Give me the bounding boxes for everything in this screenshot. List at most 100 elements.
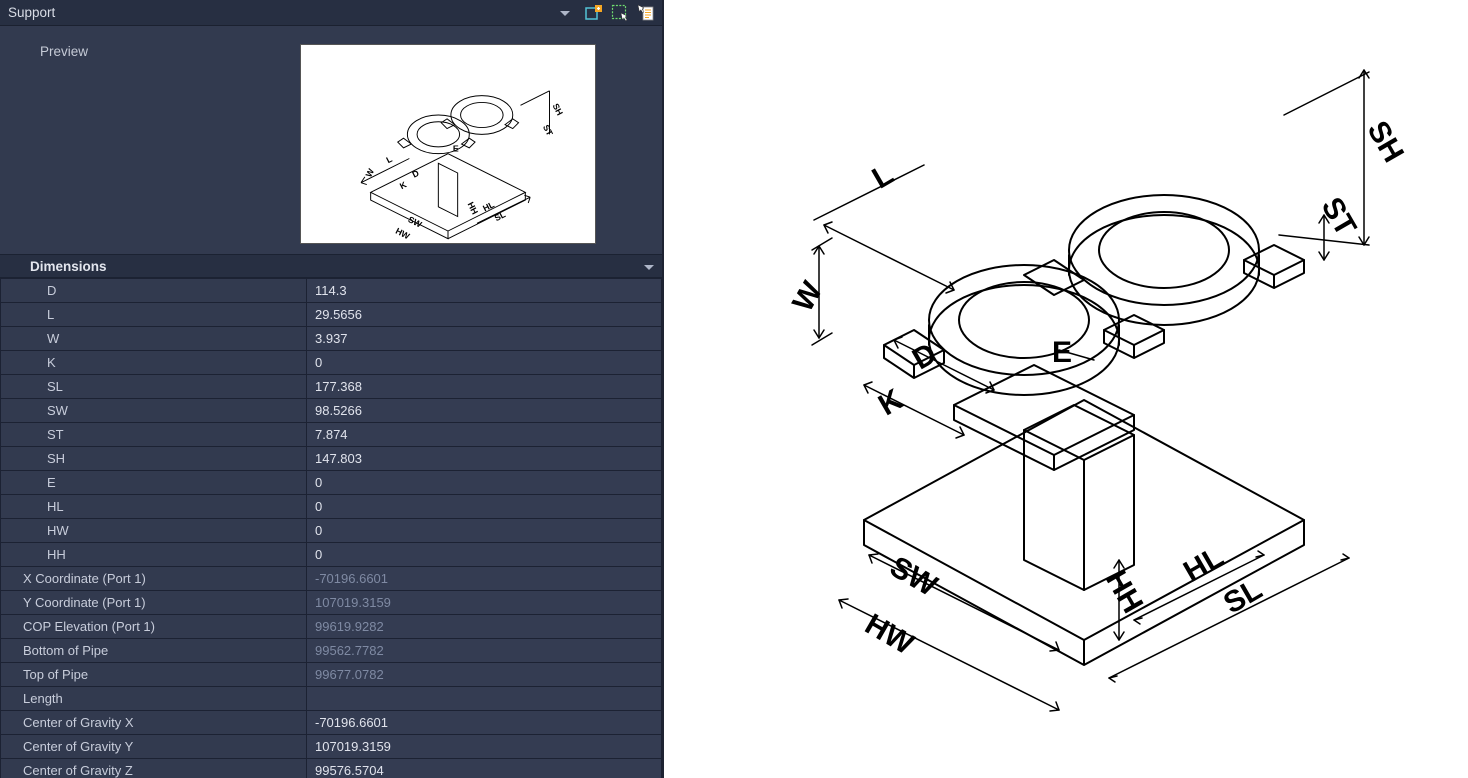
property-row: X Coordinate (Port 1)-70196.6601 bbox=[1, 567, 662, 591]
dimensions-table: DLWKSLSWSTSHEHLHWHHX Coordinate (Port 1)… bbox=[0, 278, 662, 778]
dimensions-section-header[interactable]: Dimensions bbox=[0, 254, 662, 278]
property-value-input[interactable] bbox=[315, 547, 661, 562]
svg-text:W: W bbox=[364, 166, 377, 179]
property-value[interactable] bbox=[307, 735, 662, 759]
isometric-drawing bbox=[664, 0, 1468, 778]
svg-text:HL: HL bbox=[481, 199, 496, 213]
property-row: E bbox=[1, 471, 662, 495]
property-key: HL bbox=[1, 495, 307, 519]
property-row: Center of Gravity Y bbox=[1, 735, 662, 759]
svg-text:E: E bbox=[453, 144, 459, 154]
property-key: COP Elevation (Port 1) bbox=[1, 615, 307, 639]
property-row: SL bbox=[1, 375, 662, 399]
property-row: HH bbox=[1, 543, 662, 567]
property-row: ST bbox=[1, 423, 662, 447]
panel-header: Support bbox=[0, 0, 662, 26]
property-row: SW bbox=[1, 399, 662, 423]
property-key: D bbox=[1, 279, 307, 303]
section-dropdown-icon[interactable] bbox=[644, 259, 654, 274]
property-value[interactable] bbox=[307, 711, 662, 735]
property-value bbox=[307, 687, 662, 711]
property-value: 107019.3159 bbox=[307, 591, 662, 615]
property-row: Length bbox=[1, 687, 662, 711]
property-value[interactable] bbox=[307, 327, 662, 351]
dimensions-header-label: Dimensions bbox=[30, 259, 107, 274]
panel-toolbar bbox=[584, 3, 656, 23]
properties-panel: Support bbox=[0, 0, 664, 778]
property-value-input[interactable] bbox=[315, 451, 661, 466]
property-key: HH bbox=[1, 543, 307, 567]
property-row: D bbox=[1, 279, 662, 303]
property-value-input[interactable] bbox=[315, 499, 661, 514]
panel-dropdown-icon[interactable] bbox=[560, 5, 574, 20]
property-row: HL bbox=[1, 495, 662, 519]
property-key: L bbox=[1, 303, 307, 327]
property-key: Bottom of Pipe bbox=[1, 639, 307, 663]
property-row: Top of Pipe99677.0782 bbox=[1, 663, 662, 687]
svg-text:K: K bbox=[398, 179, 409, 191]
property-value[interactable] bbox=[307, 399, 662, 423]
panel-title: Support bbox=[8, 5, 560, 20]
property-key: Center of Gravity Z bbox=[1, 759, 307, 778]
preview-section: Preview bbox=[0, 26, 662, 254]
app-root: Support bbox=[0, 0, 1468, 778]
property-value-input[interactable] bbox=[315, 763, 661, 778]
add-part-icon[interactable] bbox=[584, 3, 604, 23]
preview-thumbnail: L W D K SW HW SL HL HH SH ST E bbox=[300, 44, 596, 244]
drawing-canvas[interactable]: L W D K E SH ST SW HW HH HL SL bbox=[664, 0, 1468, 778]
property-value[interactable] bbox=[307, 375, 662, 399]
svg-text:HW: HW bbox=[394, 226, 412, 242]
property-value[interactable] bbox=[307, 543, 662, 567]
pick-properties-icon[interactable] bbox=[636, 3, 656, 23]
property-value[interactable] bbox=[307, 495, 662, 519]
property-row: Y Coordinate (Port 1)107019.3159 bbox=[1, 591, 662, 615]
property-value[interactable] bbox=[307, 471, 662, 495]
property-value[interactable] bbox=[307, 351, 662, 375]
property-value-input[interactable] bbox=[315, 523, 661, 538]
property-value-input[interactable] bbox=[315, 427, 661, 442]
property-value[interactable] bbox=[307, 423, 662, 447]
property-value: 99677.0782 bbox=[307, 663, 662, 687]
preview-label: Preview bbox=[40, 44, 300, 244]
property-value-input[interactable] bbox=[315, 331, 661, 346]
property-row: W bbox=[1, 327, 662, 351]
property-key: SH bbox=[1, 447, 307, 471]
property-value-input[interactable] bbox=[315, 307, 661, 322]
property-key: SL bbox=[1, 375, 307, 399]
property-row: L bbox=[1, 303, 662, 327]
property-value-input[interactable] bbox=[315, 403, 661, 418]
property-value[interactable] bbox=[307, 759, 662, 778]
property-value[interactable] bbox=[307, 519, 662, 543]
property-value-input[interactable] bbox=[315, 715, 661, 730]
property-value-input[interactable] bbox=[315, 283, 661, 298]
svg-text:ST: ST bbox=[541, 123, 555, 138]
svg-text:SW: SW bbox=[406, 214, 424, 230]
svg-text:HH: HH bbox=[466, 200, 481, 216]
property-value[interactable] bbox=[307, 447, 662, 471]
property-value-input[interactable] bbox=[315, 475, 661, 490]
svg-text:SL: SL bbox=[493, 209, 508, 223]
property-key: X Coordinate (Port 1) bbox=[1, 567, 307, 591]
property-value[interactable] bbox=[307, 303, 662, 327]
property-value: 99619.9282 bbox=[307, 615, 662, 639]
property-key: K bbox=[1, 351, 307, 375]
property-key: SW bbox=[1, 399, 307, 423]
property-row: Bottom of Pipe99562.7782 bbox=[1, 639, 662, 663]
property-key: Y Coordinate (Port 1) bbox=[1, 591, 307, 615]
property-row: Center of Gravity Z bbox=[1, 759, 662, 778]
property-key: Center of Gravity X bbox=[1, 711, 307, 735]
panel-body: Preview bbox=[0, 26, 662, 778]
property-row: HW bbox=[1, 519, 662, 543]
svg-text:D: D bbox=[411, 168, 421, 180]
select-part-icon[interactable] bbox=[610, 3, 630, 23]
svg-text:L: L bbox=[384, 153, 394, 165]
dim-label-E: E bbox=[1052, 336, 1072, 370]
property-row: SH bbox=[1, 447, 662, 471]
property-row: COP Elevation (Port 1)99619.9282 bbox=[1, 615, 662, 639]
property-key: HW bbox=[1, 519, 307, 543]
property-value-input[interactable] bbox=[315, 739, 661, 754]
property-value-input[interactable] bbox=[315, 379, 661, 394]
property-row: Center of Gravity X bbox=[1, 711, 662, 735]
property-value-input[interactable] bbox=[315, 355, 661, 370]
property-value[interactable] bbox=[307, 279, 662, 303]
